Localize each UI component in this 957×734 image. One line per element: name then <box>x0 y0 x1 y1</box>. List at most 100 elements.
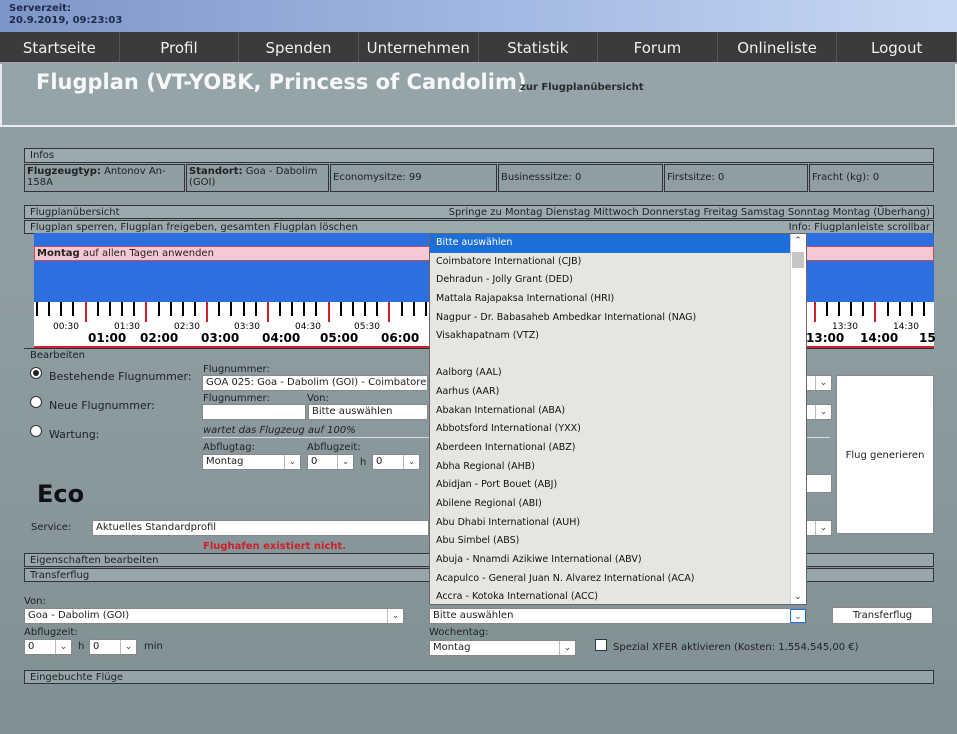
timeline-tick <box>400 302 403 316</box>
dropdown-scrollbar[interactable]: ⌃ ⌄ <box>790 234 806 604</box>
scroll-up-icon[interactable]: ⌃ <box>790 234 806 248</box>
page-header: Flugplan (VT-YOBK, Princess of Candolim)… <box>0 64 957 127</box>
radio-maintenance[interactable] <box>30 425 42 437</box>
dropdown-option[interactable] <box>430 346 806 365</box>
wochentag-label: Wochentag: <box>429 627 489 638</box>
service-label: Service: <box>31 522 72 533</box>
dropdown-option[interactable]: Mattala Rajapaksa International (HRI) <box>430 290 806 309</box>
dropdown-option[interactable]: Abidjan - Port Bouet (ABJ) <box>430 476 806 495</box>
label-maintenance: Wartung: <box>49 428 100 441</box>
spezial-xfer-checkbox[interactable] <box>595 639 607 651</box>
abflug-hour-select[interactable]: 0 ⌄ <box>307 454 354 470</box>
transfer-von-value: Goa - Dabolim (GOI) <box>28 610 130 621</box>
nav-logout[interactable]: Logout <box>837 32 957 62</box>
overview-actions-bar: Flugplan sperren, Flugplan freigeben, ge… <box>24 220 934 234</box>
dropdown-option[interactable]: Nagpur - Dr. Babasaheb Ambedkar Internat… <box>430 309 806 328</box>
timeline-tick <box>910 302 913 316</box>
dropdown-option[interactable]: Abakan International (ABA) <box>430 402 806 421</box>
dropdown-option[interactable]: Dehradun - Jolly Grant (DED) <box>430 271 806 290</box>
info-flugzeugtyp: Flugzeugtyp: Antonov An-158A <box>24 164 185 192</box>
transfer-hour-select[interactable]: 0 ⌄ <box>24 639 72 655</box>
eingebucht-bar[interactable]: Eingebuchte Flüge <box>24 670 934 684</box>
chevron-down-icon: ⌄ <box>55 640 71 654</box>
nav-onlineliste[interactable]: Onlineliste <box>718 32 838 62</box>
transfer-von-select[interactable]: Goa - Dabolim (GOI) ⌄ <box>24 608 404 624</box>
timeline-tick <box>193 302 196 316</box>
info-standort: Standort: Goa - Dabolim (GOI) <box>186 164 329 192</box>
nav-spenden[interactable]: Spenden <box>239 32 359 62</box>
transfer-hour-value: 0 <box>28 641 35 652</box>
dropdown-option[interactable]: Abha Regional (AHB) <box>430 458 806 477</box>
day-jump-links[interactable]: Springe zu Montag Dienstag Mittwoch Donn… <box>449 207 930 218</box>
timeline-tick <box>825 302 828 316</box>
nach-select-arrow[interactable]: ⌄ <box>806 404 832 420</box>
von-value: Bitte auswählen <box>312 406 393 417</box>
label-new-flight: Neue Flugnummer: <box>49 399 155 412</box>
timeline-hour-label: 02:00 <box>140 331 179 345</box>
apply-all-text: auf allen Tagen anwenden <box>82 248 214 259</box>
server-time-value: 20.9.2019, 09:23:03 <box>9 15 123 26</box>
nav-forum[interactable]: Forum <box>598 32 718 62</box>
timeline-hour-label: 06:00 <box>381 331 420 345</box>
airport-dropdown-list[interactable]: Bitte auswählen Coimbatore International … <box>429 233 807 605</box>
nav-profil[interactable]: Profil <box>120 32 240 62</box>
dropdown-option[interactable]: Abu Simbel (ABS) <box>430 532 806 551</box>
dropdown-option[interactable]: Abbotsford International (YXX) <box>430 420 806 439</box>
nav-startseite[interactable]: Startseite <box>0 32 120 62</box>
von-select[interactable]: Bitte auswählen <box>308 404 428 420</box>
flugnummer-select[interactable]: GOA 025: Goa - Dabolim (GOI) - Coimbator… <box>202 375 428 391</box>
overview-title: Flugplanübersicht <box>30 207 120 218</box>
dropdown-option[interactable]: Accra - Kotoka International (ACC) <box>430 588 806 604</box>
dropdown-option[interactable]: Abu Dhabi International (AUH) <box>430 514 806 533</box>
flugzeugtyp-label: Flugzeugtyp: <box>27 166 101 177</box>
flugplan-overview-link[interactable]: zur Flugplanübersicht <box>520 82 644 93</box>
radio-existing-flight[interactable] <box>30 367 42 379</box>
timeline-tick <box>48 302 51 316</box>
dropdown-option[interactable]: Bitte auswählen <box>430 234 806 253</box>
flugplan-actions[interactable]: Flugplan sperren, Flugplan freigeben, ge… <box>30 222 358 233</box>
abflug-minute-select[interactable]: 0 ⌄ <box>372 454 420 470</box>
dropdown-option[interactable]: Aberdeen International (ABZ) <box>430 439 806 458</box>
timeline-hour-label: 04:00 <box>262 331 301 345</box>
flugnummer-new-label: Flugnummer: <box>203 393 270 404</box>
von-label: Von: <box>307 393 329 404</box>
dropdown-option[interactable]: Aalborg (AAL) <box>430 364 806 383</box>
server-time-bar: Serverzeit: 20.9.2019, 09:23:03 <box>0 0 957 32</box>
dropdown-option[interactable]: Abilene Regional (ABI) <box>430 495 806 514</box>
timeline-halfhour-label: 04:30 <box>295 322 321 332</box>
timeline-tick <box>315 302 318 316</box>
error-message: Flughafen existiert nicht. <box>203 541 347 552</box>
abflugtag-select[interactable]: Montag ⌄ <box>202 454 301 470</box>
flugnummer-label: Flugnummer: <box>203 364 270 375</box>
dropdown-option[interactable]: Acapulco - General Juan N. Alvarez Inter… <box>430 570 806 589</box>
service-value: Aktuelles Standardprofil <box>96 522 217 533</box>
abflug-hour-value: 0 <box>311 456 318 467</box>
wochentag-select[interactable]: Montag ⌄ <box>429 640 576 656</box>
dropdown-option[interactable]: Visakhapatnam (VTZ) <box>430 327 806 346</box>
transfer-button[interactable]: Transferflug <box>832 607 933 624</box>
infos-title: Infos <box>30 150 55 161</box>
eco-price-input[interactable] <box>806 474 832 493</box>
service-select[interactable]: Aktuelles Standardprofil <box>92 520 429 536</box>
scroll-down-icon[interactable]: ⌄ <box>790 590 806 604</box>
service-select-arrow[interactable]: ⌄ <box>806 520 832 536</box>
flugnummer-select-arrow[interactable]: ⌄ <box>806 375 832 391</box>
chevron-down-icon: ⌄ <box>403 455 419 469</box>
timeline-tick <box>874 302 877 322</box>
nav-statistik[interactable]: Statistik <box>479 32 599 62</box>
radio-new-flight[interactable] <box>30 396 42 408</box>
maintenance-note: wartet das Flugzeug auf 100% <box>203 425 356 436</box>
timeline-hour-label: 14:00 <box>860 331 899 345</box>
dropdown-option[interactable]: Aarhus (AAR) <box>430 383 806 402</box>
transfer-minute-select[interactable]: 0 ⌄ <box>89 639 137 655</box>
dropdown-option[interactable]: Abuja - Nnamdi Azikiwe International (AB… <box>430 551 806 570</box>
dropdown-option[interactable]: Coimbatore International (CJB) <box>430 253 806 272</box>
timeline-halfhour-label: 00:30 <box>53 322 79 332</box>
transfer-nach-select[interactable]: Bitte auswählen ⌄ <box>429 608 807 624</box>
generate-flight-button[interactable]: Flug generieren <box>836 375 934 534</box>
flugnummer-new-input[interactable] <box>202 404 306 420</box>
scroll-thumb[interactable] <box>792 252 804 268</box>
transfer-abflugzeit-label: Abflugzeit: <box>24 627 78 638</box>
nav-unternehmen[interactable]: Unternehmen <box>359 32 479 62</box>
abflugtag-label: Abflugtag: <box>203 442 255 453</box>
